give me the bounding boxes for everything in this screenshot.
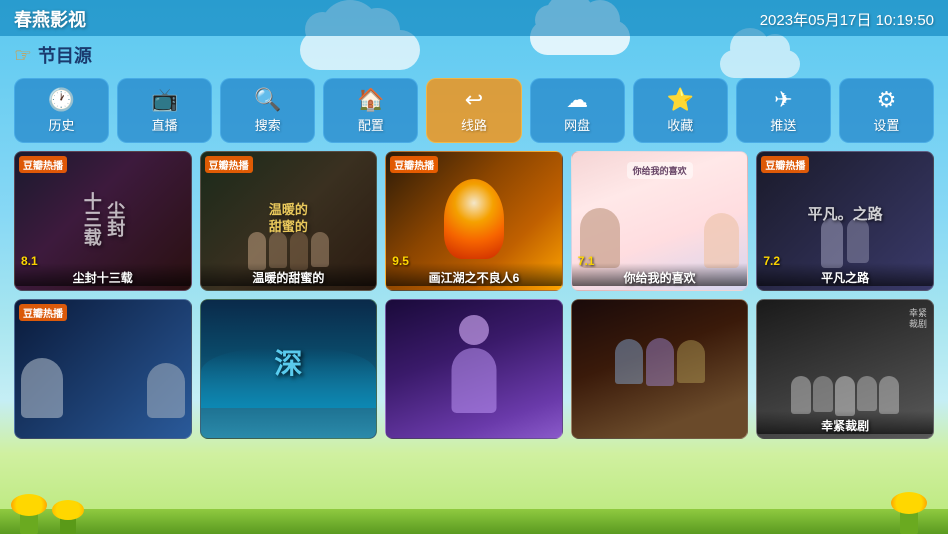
- badge-1: 豆瓣热播: [19, 156, 67, 173]
- title-5: 平凡之路: [757, 263, 933, 286]
- top-bar: 春燕影视 2023年05月17日 10:19:50: [0, 0, 948, 36]
- nav-label-search: 搜索: [255, 115, 281, 134]
- movie-card-9[interactable]: 豆瓣热播: [571, 299, 749, 439]
- nav-item-route[interactable]: ↩ 线路: [426, 78, 521, 143]
- movie-card-3[interactable]: 豆瓣热播 9.5 画江湖之不良人6: [385, 151, 563, 291]
- live-icon: 📺: [151, 89, 178, 111]
- movie-card-10[interactable]: 豆瓣热播 幸紧裁剧 幸紧裁剧: [756, 299, 934, 439]
- movie-row-1: 豆瓣热播 尘封十三载 8.1 尘封十三载 豆瓣热播 温暖的甜蜜的 温暖的甜蜜的 …: [14, 151, 934, 291]
- nav-item-collect[interactable]: ⭐ 收藏: [633, 78, 728, 143]
- title-4: 你给我的喜欢: [572, 263, 748, 286]
- cloud-icon: ☁: [566, 89, 588, 111]
- nav-label-route: 线路: [461, 115, 487, 134]
- movie-row-2: 豆瓣热播 豆瓣热播 深 豆瓣热播 豆瓣热播: [14, 299, 934, 439]
- datetime: 2023年05月17日 10:19:50: [760, 9, 934, 30]
- nav-item-live[interactable]: 📺 直播: [117, 78, 212, 143]
- nav-item-config[interactable]: 🏠 配置: [323, 78, 418, 143]
- grass-decoration: [0, 509, 948, 534]
- movie-card-1[interactable]: 豆瓣热播 尘封十三载 8.1 尘封十三载: [14, 151, 192, 291]
- nav-item-settings[interactable]: ⚙ 设置: [839, 78, 934, 143]
- section-header: ☞ 节目源: [0, 36, 948, 74]
- poster-text-1: 尘封十三载: [21, 172, 185, 265]
- title-2: 温暖的甜蜜的: [201, 263, 377, 286]
- title-10: 幸紧裁剧: [757, 411, 933, 434]
- movie-card-6[interactable]: 豆瓣热播: [14, 299, 192, 439]
- nav-item-history[interactable]: 🕐 历史: [14, 78, 109, 143]
- movie-card-4[interactable]: 豆瓣热播 你给我的喜欢 7.1 你给我的喜欢: [571, 151, 749, 291]
- movie-card-2[interactable]: 豆瓣热播 温暖的甜蜜的 温暖的甜蜜的: [200, 151, 378, 291]
- nav-label-collect: 收藏: [667, 115, 693, 134]
- nav-label-push: 推送: [770, 115, 796, 134]
- nav-item-search[interactable]: 🔍 搜索: [220, 78, 315, 143]
- nav-label-history: 历史: [49, 115, 75, 134]
- movie-card-7[interactable]: 豆瓣热播 深: [200, 299, 378, 439]
- movie-card-5[interactable]: 豆瓣热播 平凡。之路 7.2 平凡之路: [756, 151, 934, 291]
- collect-icon: ⭐: [667, 89, 694, 111]
- nav-label-cloud: 网盘: [564, 115, 590, 134]
- route-icon: ↩: [465, 89, 483, 111]
- nav-item-push[interactable]: ✈ 推送: [736, 78, 831, 143]
- nav-label-config: 配置: [358, 115, 384, 134]
- history-icon: 🕐: [48, 89, 75, 111]
- app-title: 春燕影视: [14, 6, 86, 32]
- config-icon: 🏠: [357, 89, 384, 111]
- title-3: 画江湖之不良人6: [386, 263, 562, 286]
- settings-icon: ⚙: [877, 89, 897, 111]
- section-arrow: ☞: [14, 43, 32, 68]
- movie-card-8[interactable]: 豆瓣热播: [385, 299, 563, 439]
- push-icon: ✈: [774, 89, 792, 111]
- nav-label-live: 直播: [152, 115, 178, 134]
- nav-item-cloud[interactable]: ☁ 网盘: [530, 78, 625, 143]
- nav-grid: 🕐 历史 📺 直播 🔍 搜索 🏠 配置 ↩ 线路 ☁ 网盘 ⭐ 收藏 ✈ 推送 …: [0, 74, 948, 151]
- title-1: 尘封十三载: [15, 263, 191, 286]
- badge-6: 豆瓣热播: [19, 304, 67, 321]
- search-icon: 🔍: [254, 89, 281, 111]
- content-area: 豆瓣热播 尘封十三载 8.1 尘封十三载 豆瓣热播 温暖的甜蜜的 温暖的甜蜜的 …: [0, 151, 948, 439]
- nav-label-settings: 设置: [873, 115, 899, 134]
- badge-2: 豆瓣热播: [205, 156, 253, 173]
- section-title: 节目源: [38, 42, 92, 68]
